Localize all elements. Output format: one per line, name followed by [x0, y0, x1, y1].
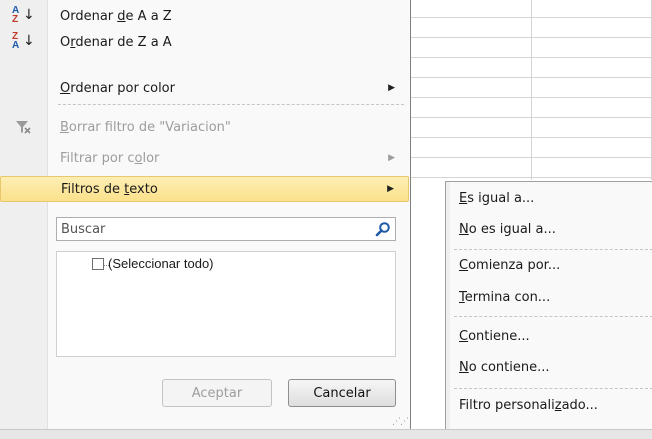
submenu-arrow-icon: ▶: [388, 153, 395, 163]
search-box: [56, 217, 396, 241]
menu-separator: [58, 104, 404, 105]
value-list[interactable]: (Seleccionar todo): [56, 251, 396, 357]
select-all-label[interactable]: (Seleccionar todo): [108, 256, 214, 271]
begins-with-item[interactable]: Comienza por...: [459, 258, 560, 273]
filter-by-color-item[interactable]: Filtrar por color ▶: [0, 145, 409, 171]
sort-az-label: Ordenar de A a Z: [60, 8, 172, 24]
clear-filter-item[interactable]: Borrar filtro de "Variacion": [0, 114, 409, 140]
submenu-separator: [454, 249, 652, 250]
sort-az-item[interactable]: A Z ↓ Ordenar de A a Z: [0, 3, 409, 29]
text-filters-label: Filtros de texto: [61, 181, 158, 197]
clear-filter-icon: [4, 117, 42, 137]
menu-icon-gutter: [0, 0, 48, 430]
custom-filter-item[interactable]: Filtro personalizado...: [459, 398, 598, 413]
submenu-arrow-icon: ▶: [387, 184, 394, 194]
text-filters-submenu: Es igual a... No es igual a... Comienza …: [445, 181, 652, 430]
checkbox-icon[interactable]: [92, 258, 104, 270]
sort-za-icon: Z A ↓: [12, 31, 35, 51]
ends-with-item[interactable]: Termina con...: [459, 290, 550, 305]
ok-button[interactable]: Aceptar: [162, 379, 272, 407]
not-contains-item[interactable]: No contiene...: [459, 360, 550, 375]
resize-grip-icon[interactable]: ⋰⋰: [392, 417, 409, 427]
text-filters-item[interactable]: Filtros de texto ▶: [0, 176, 409, 202]
sort-by-color-item[interactable]: Ordenar por color ▶: [0, 75, 409, 101]
search-input[interactable]: [57, 218, 365, 240]
sort-az-icon: A Z ↓: [12, 5, 35, 25]
clear-filter-label: Borrar filtro de "Variacion": [60, 119, 231, 135]
not-equals-item[interactable]: No es igual a...: [459, 222, 556, 237]
submenu-separator: [454, 388, 652, 389]
filter-by-color-label: Filtrar por color: [60, 150, 160, 166]
equals-item[interactable]: Es igual a...: [459, 191, 534, 206]
submenu-gutter: [446, 182, 450, 429]
search-icon[interactable]: [375, 221, 391, 237]
submenu-arrow-icon: ▶: [388, 83, 395, 93]
sort-za-label: Ordenar de Z a A: [60, 34, 172, 50]
cell-grid[interactable]: [409, 0, 652, 180]
submenu-separator: [454, 316, 652, 317]
cancel-button[interactable]: Cancelar: [288, 379, 396, 407]
contains-item[interactable]: Contiene...: [459, 329, 530, 344]
filter-dropdown: A Z ↓ Ordenar de A a Z Z A ↓ Ordenar de …: [0, 0, 411, 430]
sort-za-item[interactable]: Z A ↓ Ordenar de Z a A: [0, 29, 409, 55]
sort-by-color-label: Ordenar por color: [60, 80, 175, 96]
